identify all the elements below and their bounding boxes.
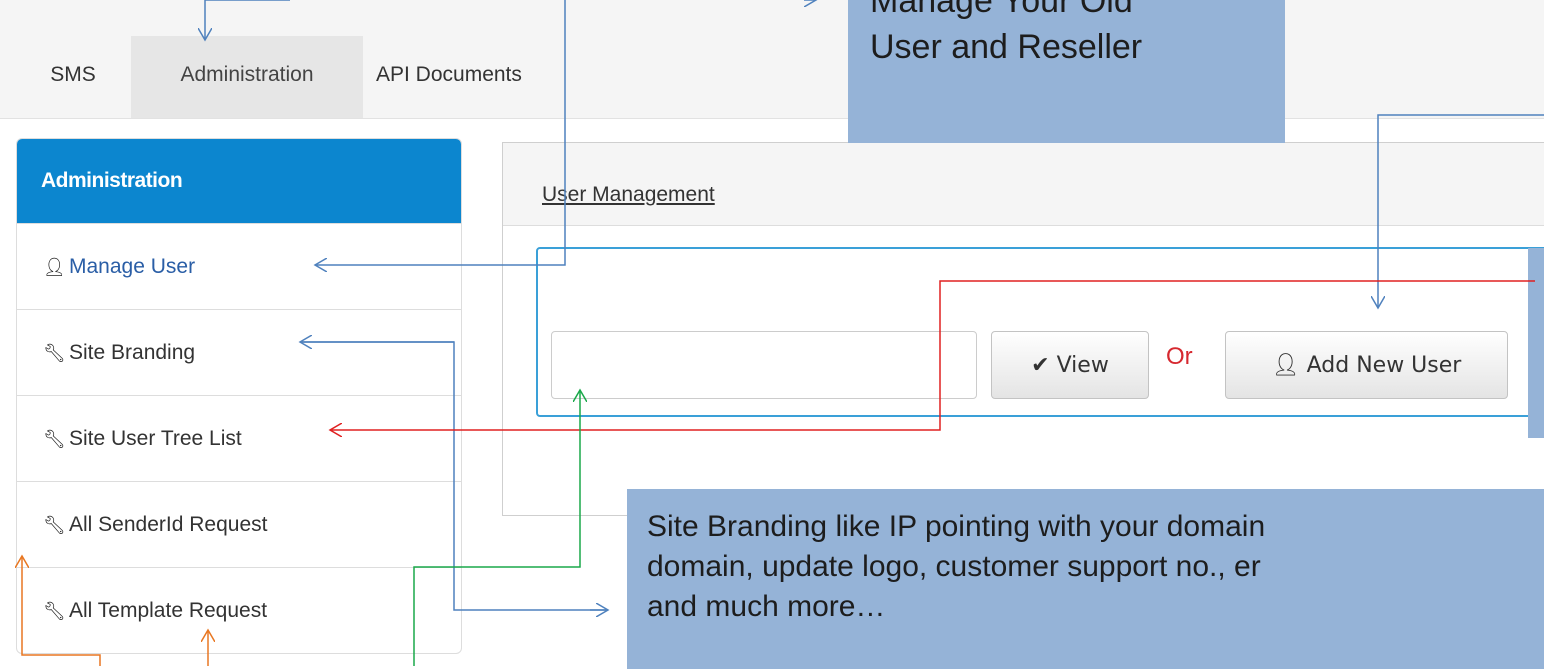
callout-line: Site Branding like IP pointing with your… — [647, 510, 1266, 543]
top-nav-bar: SMS Administration API Documents — [0, 0, 1544, 119]
callout-line: Manage Your Old — [870, 0, 1133, 20]
sidebar-item-label: All Template Request — [69, 599, 268, 622]
panel-title[interactable]: User Management — [542, 183, 715, 206]
sidebar-item-site-user-tree-list[interactable]: 🔧︎ Site User Tree List — [17, 395, 461, 481]
sidebar-item-all-senderid-request[interactable]: 🔧︎ All SenderId Request — [17, 481, 461, 567]
sidebar-item-label: Site Branding — [69, 341, 196, 364]
callout-line: User and Reseller — [870, 28, 1143, 66]
add-button-label: Add New User — [1306, 353, 1462, 378]
sidebar-item-manage-user[interactable]: 👤︎ Manage User — [17, 223, 461, 309]
tab-api-documents[interactable]: API Documents — [376, 36, 616, 118]
tab-administration[interactable]: Administration — [131, 36, 363, 118]
search-input[interactable] — [551, 331, 977, 399]
panel-header: User Management — [503, 143, 1544, 226]
check-icon: ✔ — [1031, 353, 1057, 378]
user-management-panel: User Management ✔ View Or 👤︎ Add New Use… — [502, 142, 1544, 516]
sidebar-item-label: Site User Tree List — [69, 427, 242, 450]
user-icon: 👤︎ — [1271, 353, 1307, 378]
wrench-icon: 🔧︎ — [43, 515, 66, 535]
user-icon: 👤︎ — [43, 257, 66, 277]
sidebar-item-all-template-request[interactable]: 🔧︎ All Template Request — [17, 567, 461, 653]
wrench-icon: 🔧︎ — [43, 601, 66, 621]
add-new-user-button[interactable]: 👤︎ Add New User — [1225, 331, 1508, 399]
sidebar-item-label: Manage User — [69, 255, 196, 278]
or-text: Or — [1166, 343, 1193, 370]
callout-right — [1528, 248, 1544, 438]
callout-line: and much more… — [647, 590, 886, 623]
wrench-icon: 🔧︎ — [43, 429, 66, 449]
view-button[interactable]: ✔ View — [991, 331, 1149, 399]
wrench-icon: 🔧︎ — [43, 343, 66, 363]
callout-site-branding: Site Branding like IP pointing with your… — [627, 489, 1544, 669]
sidebar-item-site-branding[interactable]: 🔧︎ Site Branding — [17, 309, 461, 395]
view-button-label: View — [1056, 353, 1109, 378]
sidebar-title: Administration — [17, 139, 461, 223]
callout-line: domain, update logo, customer support no… — [647, 550, 1261, 583]
sidebar: Administration 👤︎ Manage User 🔧︎ Site Bran… — [16, 138, 462, 654]
tab-sms[interactable]: SMS — [18, 36, 128, 118]
sidebar-item-label: All SenderId Request — [69, 513, 268, 536]
callout-manage-users: Manage Your Old User and Reseller — [848, 0, 1285, 143]
